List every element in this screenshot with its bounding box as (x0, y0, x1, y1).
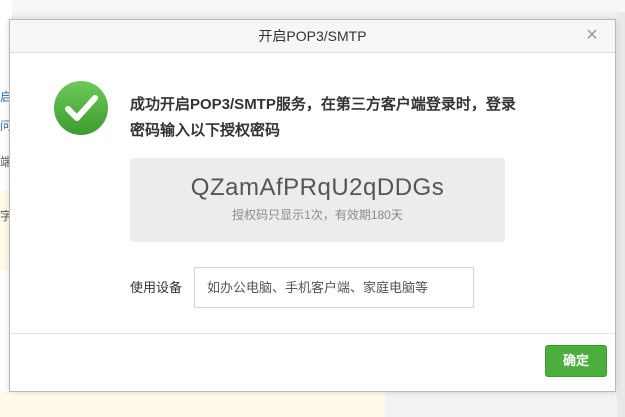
dialog-header: 开启POP3/SMTP × (10, 20, 615, 53)
device-label: 使用设备 (130, 280, 183, 295)
auth-code: QZamAfPRqU2qDDGs (190, 174, 445, 201)
background-highlight-bottom (0, 392, 385, 417)
device-input[interactable] (194, 267, 474, 308)
footer-divider (10, 333, 615, 334)
success-message: 成功开启POP3/SMTP服务，在第三方客户端登录时，登录密码输入以下授权密码 (130, 96, 516, 139)
auth-code-box: QZamAfPRqU2qDDGs 授权码只显示1次，有效期180天 (130, 158, 505, 242)
auth-code-note: 授权码只显示1次，有效期180天 (232, 208, 403, 222)
close-icon[interactable]: × (581, 24, 603, 46)
confirm-button[interactable]: 确定 (545, 345, 607, 377)
success-check-icon (54, 81, 108, 135)
background-top-strip (0, 0, 625, 12)
page: 启 问 端 字 开启POP3/SMTP × 成功开启POP3/SMTP服务，在第… (0, 0, 625, 417)
dialog-title: 开启POP3/SMTP (258, 28, 367, 44)
background-right-panel (617, 12, 625, 417)
pop3-smtp-dialog: 开启POP3/SMTP × 成功开启POP3/SMTP服务，在第三方客户端登录时… (9, 19, 616, 392)
